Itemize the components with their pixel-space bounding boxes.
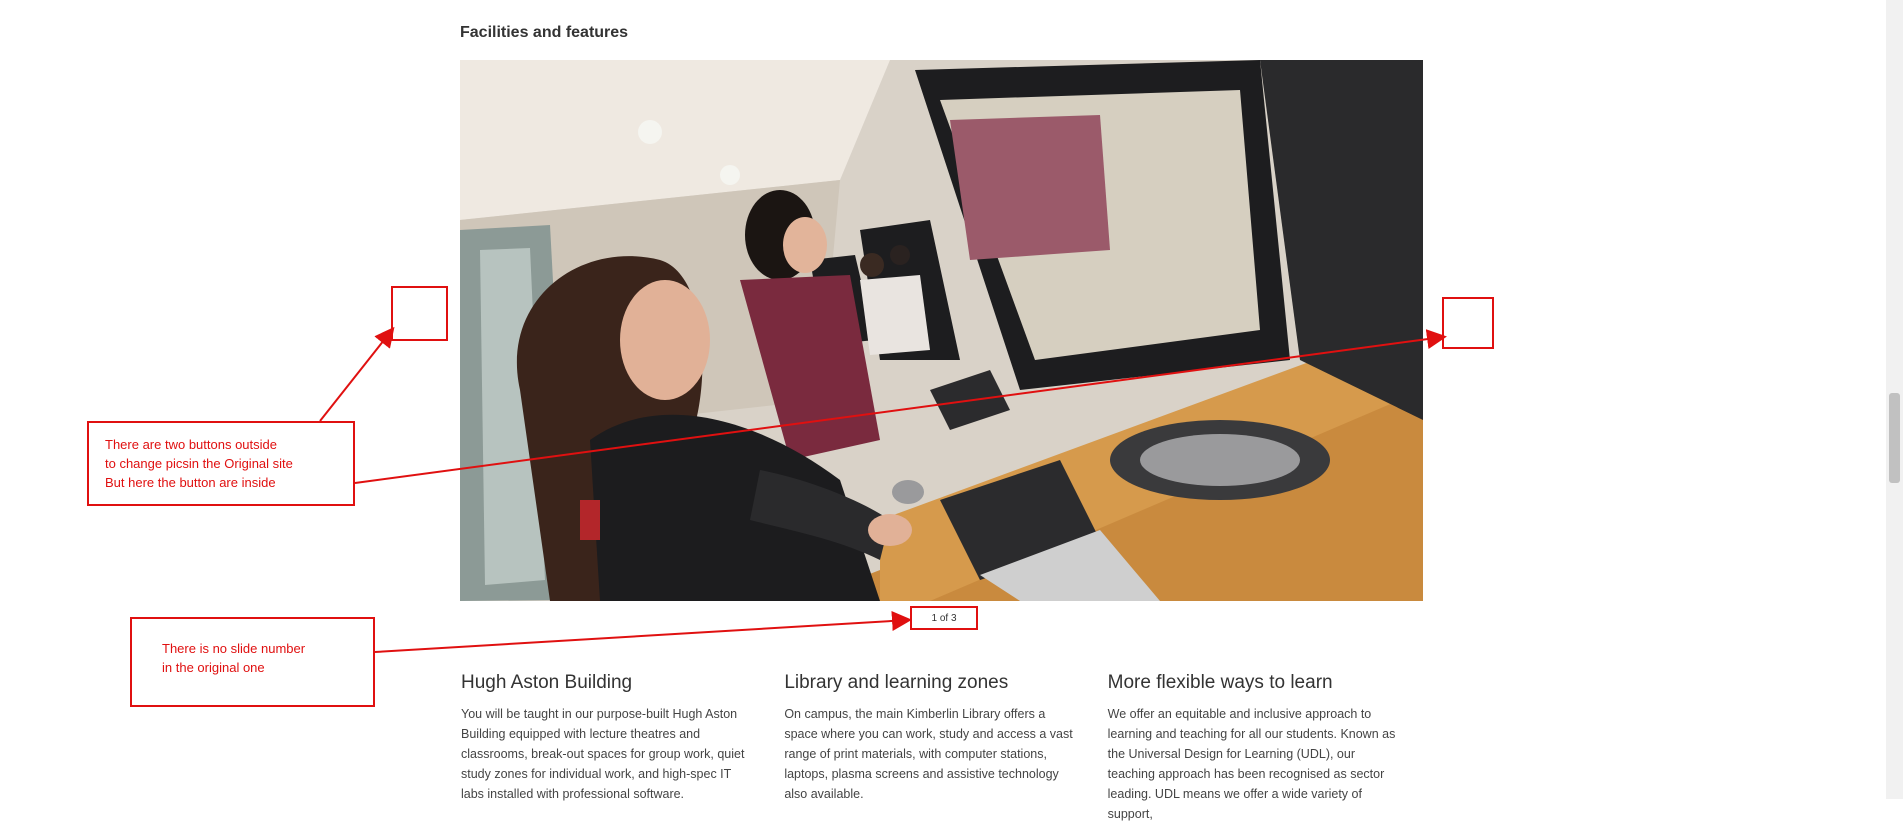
slide-image (460, 60, 1423, 601)
arrow-to-prev-button (319, 326, 395, 422)
annotation-buttons-note: There are two buttons outside to change … (87, 421, 355, 506)
column-heading: More flexible ways to learn (1107, 672, 1333, 693)
feature-column: Hugh Aston Building You will be taught i… (461, 672, 784, 824)
column-body: On campus, the main Kimberlin Library of… (784, 707, 1073, 801)
column-heading: Hugh Aston Building (461, 672, 633, 693)
slide-counter: 1 of 3 (910, 606, 978, 630)
annotation-line: There is no slide number (162, 641, 306, 656)
annotation-line: in the original one (162, 660, 265, 675)
feature-column: More flexible ways to learn We offer an … (1108, 672, 1431, 824)
annotation-line: There are two buttons outside (105, 437, 277, 452)
previous-slide-button[interactable] (391, 286, 448, 341)
column-body: You will be taught in our purpose-built … (461, 707, 745, 801)
annotation-line: But here the button are inside (105, 475, 276, 490)
annotation-line: to change picsin the Original site (105, 456, 293, 471)
next-slide-button[interactable] (1442, 297, 1494, 349)
column-body: We offer an equitable and inclusive appr… (1107, 707, 1396, 821)
scrollbar-thumb[interactable] (1889, 393, 1900, 483)
column-heading: Library and learning zones (784, 672, 1009, 693)
arrow-to-slide-counter (374, 610, 912, 653)
feature-columns: Hugh Aston Building You will be taught i… (461, 672, 1431, 824)
annotation-counter-note: There is no slide number in the original… (130, 617, 375, 707)
section-title: Facilities and features (460, 24, 629, 41)
feature-column: Library and learning zones On campus, th… (784, 672, 1107, 824)
page-scrollbar[interactable] (1886, 0, 1903, 799)
image-slider[interactable] (460, 60, 1423, 601)
